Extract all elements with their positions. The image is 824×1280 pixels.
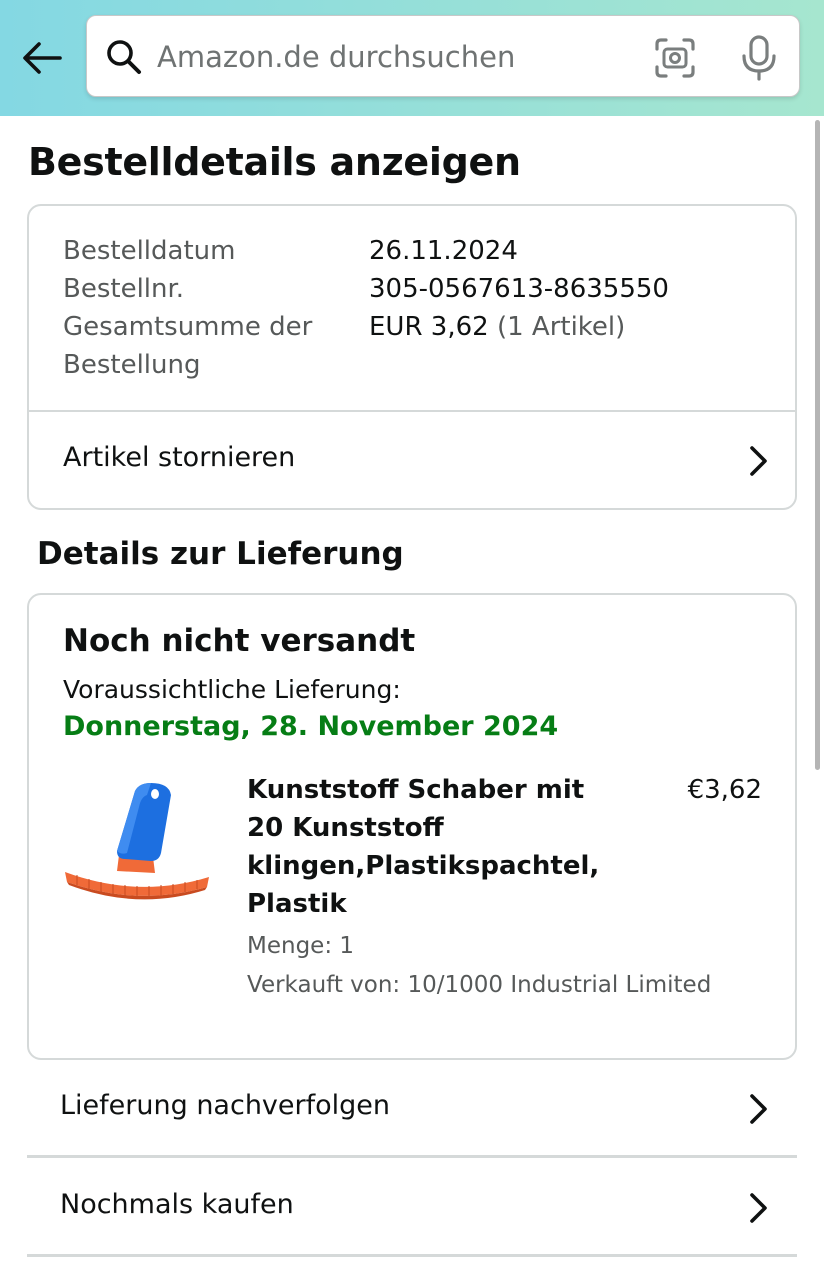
track-delivery-label: Lieferung nachverfolgen <box>60 1090 391 1121</box>
search-input[interactable] <box>157 34 627 80</box>
cancel-items-label: Artikel stornieren <box>63 442 296 473</box>
product-seller: Verkauft von: 10/1000 Industrial Limited <box>247 972 712 998</box>
product-title-line: 20 Kunststoff <box>247 813 444 843</box>
order-total-label-line2: Bestellung <box>63 350 201 380</box>
order-total-value: EUR 3,62 (1 Artikel) <box>369 308 625 346</box>
product-title-line: Kunststoff Schaber mit <box>247 775 585 805</box>
chevron-right-icon <box>750 1193 767 1223</box>
product-quantity: Menge: 1 <box>247 933 355 959</box>
order-total-label-line1: Gesamtsumme der <box>63 312 313 342</box>
order-item-count: (1 Artikel) <box>496 312 626 342</box>
buy-again-row[interactable]: Nochmals kaufen <box>27 1161 797 1257</box>
chevron-right-icon <box>750 446 767 476</box>
product-price: €3,62 <box>687 775 762 805</box>
search-header <box>0 0 824 116</box>
order-summary-card: Bestelldatum 26.11.2024 Bestellnr. 305-0… <box>27 204 797 510</box>
order-date-value: 26.11.2024 <box>369 236 518 266</box>
search-icon <box>107 40 141 74</box>
camera-scan-icon[interactable] <box>653 36 697 80</box>
back-arrow-icon <box>23 42 62 74</box>
estimated-delivery-date: Donnerstag, 28. November 2024 <box>63 711 559 742</box>
product-title[interactable]: Kunststoff Schaber mit 20 Kunststoff kli… <box>247 771 607 923</box>
product-title-line: Plastik <box>247 889 347 919</box>
order-date-label: Bestelldatum <box>63 236 236 266</box>
back-button[interactable] <box>18 36 66 80</box>
page-title: Bestelldetails anzeigen <box>28 140 521 184</box>
product-title-line: klingen,Plastikspachtel, <box>247 851 600 881</box>
order-number-value: 305-0567613-8635550 <box>369 274 669 304</box>
microphone-icon[interactable] <box>737 34 781 82</box>
track-delivery-row[interactable]: Lieferung nachverfolgen <box>27 1062 797 1158</box>
order-number-label: Bestellnr. <box>63 274 185 304</box>
delivery-card: Noch nicht versandt Voraussichtliche Lie… <box>27 593 797 1060</box>
product-image[interactable] <box>63 781 213 921</box>
chevron-right-icon <box>750 1094 767 1124</box>
shipping-status: Noch nicht versandt <box>63 623 416 659</box>
delivery-section-title: Details zur Lieferung <box>37 536 404 572</box>
buy-again-label: Nochmals kaufen <box>60 1189 294 1220</box>
cancel-items-row[interactable]: Artikel stornieren <box>29 412 795 508</box>
order-total-amount: EUR 3,62 <box>369 312 489 342</box>
estimated-delivery-label: Voraussichtliche Lieferung: <box>63 675 401 704</box>
search-bar[interactable] <box>86 15 800 97</box>
scrollbar[interactable] <box>815 120 820 770</box>
